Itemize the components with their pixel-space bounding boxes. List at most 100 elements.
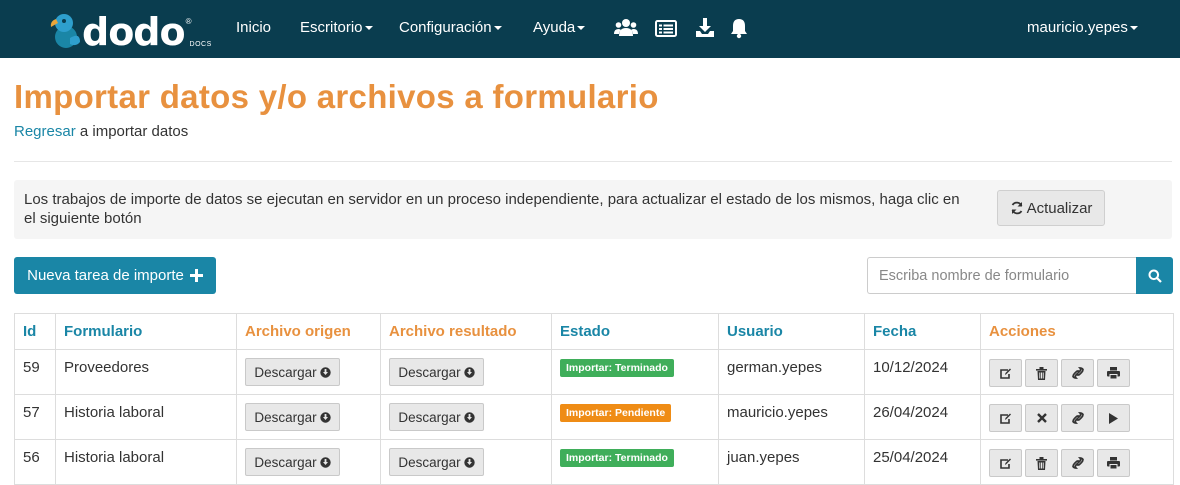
link-button[interactable] (1061, 449, 1094, 477)
cell-actions (980, 349, 1174, 395)
arrow-circle-down-icon (319, 456, 331, 468)
search-icon (1148, 269, 1162, 283)
cell-user: juan.yepes (718, 439, 865, 485)
cell-id: 56 (14, 439, 56, 485)
edit-button[interactable] (989, 404, 1022, 432)
list-icon[interactable] (655, 17, 679, 39)
edit-button[interactable] (989, 449, 1022, 477)
column-header-archivo-origen: Archivo origen (236, 313, 381, 350)
dodo-bird-icon (50, 14, 80, 48)
cell-result-file: Descargar (380, 439, 552, 485)
column-header-usuario[interactable]: Usuario (718, 313, 865, 350)
column-header-estado[interactable]: Estado (551, 313, 719, 350)
download-source-button[interactable]: Descargar (245, 358, 340, 386)
nav-escritorio-label: Escritorio (300, 19, 363, 36)
user-name: mauricio.yepes (1027, 19, 1128, 36)
cell-user: german.yepes (718, 349, 865, 395)
logo-text: dodo (82, 10, 186, 54)
link-icon (1071, 457, 1084, 469)
cell-id: 57 (14, 394, 56, 440)
arrow-circle-down-icon (463, 456, 475, 468)
logo-subtext: DOCS (189, 41, 212, 48)
nav-inicio-label: Inicio (236, 19, 272, 36)
cell-actions (980, 439, 1174, 485)
edit-icon (1000, 458, 1011, 469)
cell-date: 25/04/2024 (864, 439, 981, 485)
arrow-circle-down-icon (319, 411, 331, 423)
breadcrumb: Regresar a importar datos (14, 123, 188, 140)
delete-button[interactable] (1025, 359, 1058, 387)
column-header-archivo-resultado: Archivo resultado (380, 313, 552, 350)
info-box: Los trabajos de importe de datos se ejec… (14, 180, 1172, 239)
import-jobs-table: Id Formulario Archivo origen Archivo res… (14, 313, 1174, 485)
download-result-button[interactable]: Descargar (389, 448, 484, 476)
back-link[interactable]: Regresar (14, 123, 76, 140)
cell-source-file: Descargar (236, 394, 381, 440)
new-import-task-label: Nueva tarea de importe (27, 267, 184, 284)
column-header-formulario[interactable]: Formulario (55, 313, 237, 350)
delete-button[interactable] (1025, 449, 1058, 477)
print-button[interactable] (1097, 359, 1130, 387)
download-source-button[interactable]: Descargar (245, 448, 340, 476)
refresh-label: Actualizar (1026, 199, 1093, 217)
refresh-icon (1011, 201, 1022, 215)
trash-icon (1036, 456, 1047, 470)
status-badge: Importar: Pendiente (560, 404, 672, 422)
trash-icon (1036, 366, 1047, 380)
search-input[interactable] (867, 257, 1136, 294)
cell-status: Importar: Terminado (551, 349, 719, 395)
close-icon (1036, 413, 1047, 423)
edit-button[interactable] (989, 359, 1022, 387)
download-result-button[interactable]: Descargar (389, 358, 484, 386)
info-text: Los trabajos de importe de datos se ejec… (24, 191, 960, 227)
cell-source-file: Descargar (236, 349, 381, 395)
table-header-row: Id Formulario Archivo origen Archivo res… (14, 313, 1174, 350)
column-header-id[interactable]: Id (14, 313, 56, 350)
cell-user: mauricio.yepes (718, 394, 865, 440)
new-import-task-button[interactable]: Nueva tarea de importe (14, 257, 216, 294)
nav-escritorio[interactable]: Escritorio (300, 19, 373, 36)
download-label: Descargar (398, 364, 461, 380)
dodo-logo[interactable]: dodo ® DOCS (50, 10, 212, 54)
table-row: 57 Historia laboral Descargar Descargar … (14, 394, 1174, 440)
cell-date: 26/04/2024 (864, 394, 981, 440)
download-label: Descargar (254, 454, 317, 470)
cancel-button[interactable] (1025, 404, 1058, 432)
chevron-down-icon (364, 26, 373, 31)
cell-result-file: Descargar (380, 394, 552, 440)
download-label: Descargar (398, 409, 461, 425)
nav-ayuda[interactable]: Ayuda (533, 19, 586, 36)
download-result-button[interactable]: Descargar (389, 403, 484, 431)
arrow-circle-down-icon (319, 366, 331, 378)
download-source-button[interactable]: Descargar (245, 403, 340, 431)
column-header-fecha[interactable]: Fecha (864, 313, 981, 350)
cell-id: 59 (14, 349, 56, 395)
run-button[interactable] (1097, 404, 1130, 432)
refresh-button[interactable]: Actualizar (997, 190, 1105, 226)
cell-actions (980, 394, 1174, 440)
cell-result-file: Descargar (380, 349, 552, 395)
download-icon[interactable] (694, 17, 718, 39)
link-button[interactable] (1061, 359, 1094, 387)
cell-form: Historia laboral (55, 439, 237, 485)
user-menu[interactable]: mauricio.yepes (1027, 19, 1138, 36)
nav-ayuda-label: Ayuda (533, 19, 576, 36)
breadcrumb-text: a importar datos (75, 123, 189, 140)
cell-form: Historia laboral (55, 394, 237, 440)
search-button[interactable] (1136, 257, 1173, 294)
play-icon (1109, 412, 1118, 424)
edit-icon (1000, 368, 1011, 379)
cell-status: Importar: Pendiente (551, 394, 719, 440)
print-button[interactable] (1097, 449, 1130, 477)
download-label: Descargar (254, 364, 317, 380)
download-label: Descargar (254, 409, 317, 425)
status-badge: Importar: Terminado (560, 359, 674, 377)
bell-icon[interactable] (729, 17, 753, 39)
link-button[interactable] (1061, 404, 1094, 432)
nav-inicio[interactable]: Inicio (236, 19, 271, 36)
users-icon[interactable] (614, 17, 638, 39)
arrow-circle-down-icon (463, 411, 475, 423)
column-header-acciones: Acciones (980, 313, 1174, 350)
nav-configuracion[interactable]: Configuración (399, 19, 502, 36)
cell-status: Importar: Terminado (551, 439, 719, 485)
